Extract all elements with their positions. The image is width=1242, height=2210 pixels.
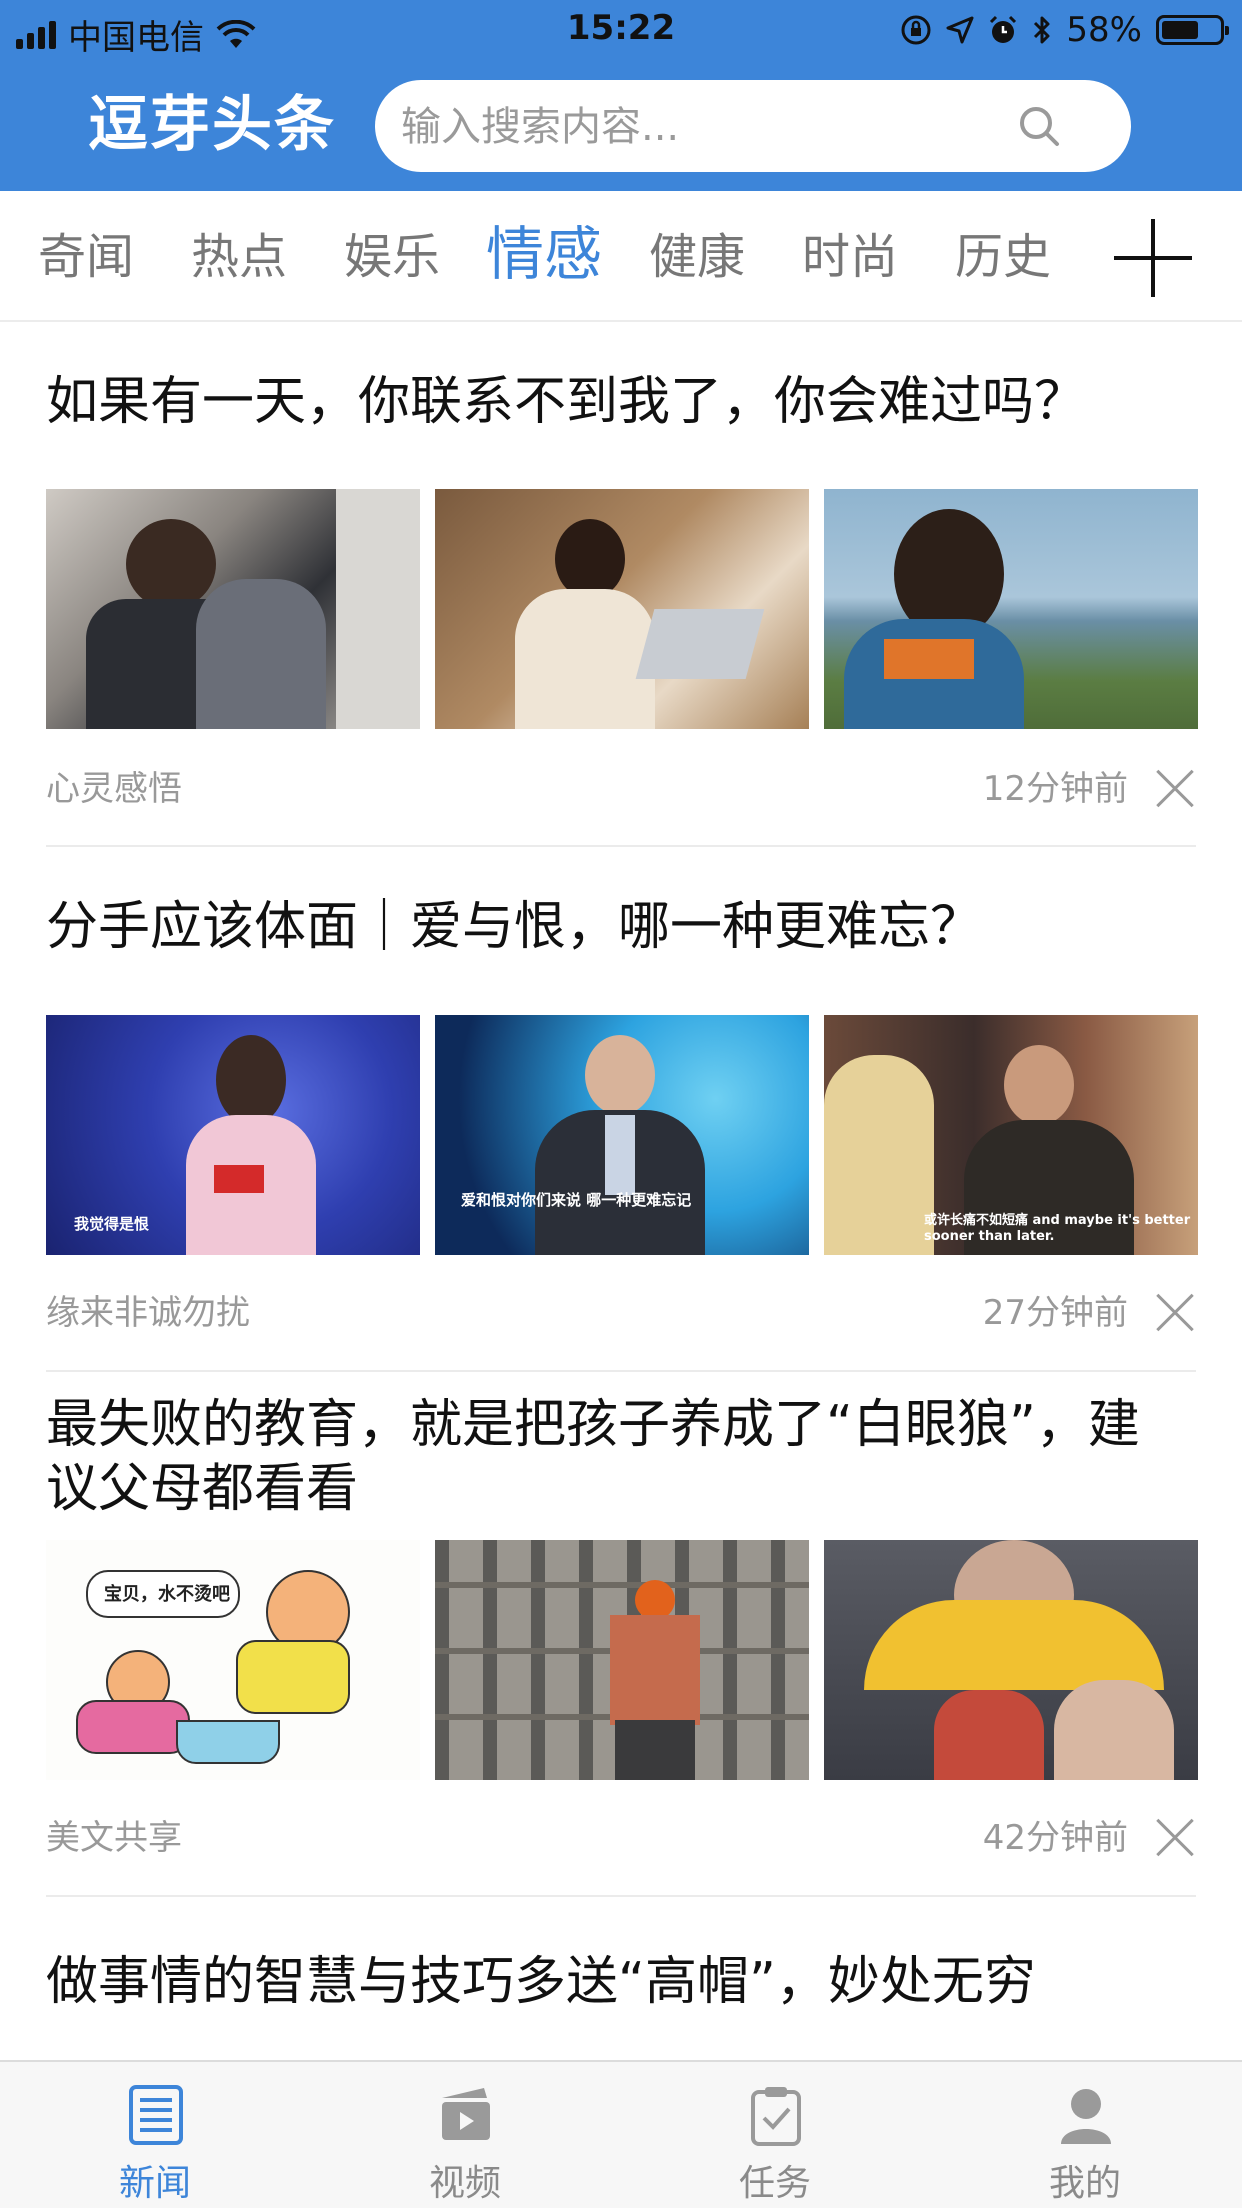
article-time: 12分钟前	[982, 769, 1128, 809]
article-card[interactable]: 分手应该体面｜爱与恨，哪一种更难忘？ 我觉得是恨 爱和恨对你们来说 哪一种更难忘…	[46, 895, 1198, 1333]
divider	[46, 1895, 1196, 1897]
tab-jiankang[interactable]: 健康	[649, 227, 745, 287]
article-card[interactable]: 做事情的智慧与技巧多送“高帽”，妙处无穷	[46, 1950, 1196, 2014]
article-title[interactable]: 做事情的智慧与技巧多送“高帽”，妙处无穷	[46, 1950, 1196, 2014]
article-meta: 缘来非诚勿扰 27分钟前	[46, 1288, 1196, 1338]
dismiss-icon[interactable]	[1154, 1292, 1196, 1334]
article-source: 心灵感悟	[46, 769, 182, 809]
profile-icon	[1061, 2089, 1111, 2144]
bottom-nav: 新闻 视频 任务 我的	[0, 2060, 1242, 2208]
article-time: 27分钟前	[982, 1293, 1128, 1333]
article-images	[46, 489, 1198, 729]
tab-shishang[interactable]: 时尚	[802, 227, 898, 287]
article-time: 42分钟前	[982, 1818, 1128, 1858]
image-caption: 我觉得是恨	[74, 1215, 150, 1233]
image-caption: 宝贝，水不烫吧	[104, 1584, 230, 1605]
article-image[interactable]	[824, 1540, 1198, 1780]
article-image[interactable]: 爱和恨对你们来说 哪一种更难忘记	[435, 1015, 809, 1255]
article-meta: 美文共享 42分钟前	[46, 1813, 1196, 1863]
battery-icon	[1156, 15, 1229, 45]
article-image[interactable]	[435, 489, 809, 729]
nav-task-label: 任务	[738, 2163, 811, 2204]
nav-news-label: 新闻	[118, 2163, 191, 2204]
article-images: 我觉得是恨 爱和恨对你们来说 哪一种更难忘记 或许长痛不如短痛 and mayb…	[46, 1015, 1198, 1255]
article-meta: 心灵感悟 12分钟前	[46, 764, 1196, 814]
status-bar: 中国电信 15:22 58%	[0, 0, 1242, 62]
dismiss-icon[interactable]	[1154, 1817, 1196, 1859]
article-image[interactable]	[46, 489, 420, 729]
category-tabs: 奇闻 热点 娱乐 情感 健康 时尚 历史	[0, 191, 1242, 322]
task-icon	[751, 2087, 801, 2146]
nav-profile[interactable]: 我的	[930, 2062, 1240, 2210]
article-image[interactable]: 宝贝，水不烫吧	[46, 1540, 420, 1780]
tab-qinggan[interactable]: 情感	[486, 219, 602, 289]
add-channel-button[interactable]	[1114, 219, 1192, 297]
article-image[interactable]	[824, 489, 1198, 729]
app-header: 中国电信 15:22 58% 逗芽头条 输入搜索内容...	[0, 0, 1242, 191]
location-icon	[946, 16, 974, 44]
video-icon	[442, 2088, 490, 2140]
image-caption: 或许长痛不如短痛 and maybe it's better sooner th…	[924, 1213, 1191, 1244]
nav-video[interactable]: 视频	[310, 2062, 620, 2210]
nav-profile-label: 我的	[1048, 2163, 1121, 2204]
nav-task[interactable]: 任务	[620, 2062, 930, 2210]
tab-redian[interactable]: 热点	[191, 227, 287, 287]
article-images: 宝贝，水不烫吧	[46, 1540, 1198, 1780]
tab-lishi[interactable]: 历史	[955, 227, 1051, 287]
tab-qiwen[interactable]: 奇闻	[38, 227, 134, 287]
article-image[interactable]: 我觉得是恨	[46, 1015, 420, 1255]
search-input[interactable]	[399, 80, 1043, 174]
article-title[interactable]: 最失败的教育，就是把孩子养成了“白眼狼”，建议父母都看看	[46, 1393, 1166, 1521]
app-logo: 逗芽头条	[88, 90, 336, 160]
article-source: 缘来非诚勿扰	[46, 1293, 250, 1333]
article-card[interactable]: 如果有一天，你联系不到我了，你会难过吗？ 心灵感悟 12分钟前	[46, 370, 1198, 809]
article-image[interactable]	[435, 1540, 809, 1780]
orientation-lock-icon	[901, 15, 931, 45]
news-icon	[129, 2085, 183, 2145]
bluetooth-icon	[1034, 16, 1050, 44]
article-title[interactable]: 如果有一天，你联系不到我了，你会难过吗？	[46, 370, 1196, 434]
divider	[46, 1370, 1196, 1372]
divider	[46, 845, 1196, 847]
dismiss-icon[interactable]	[1154, 768, 1196, 810]
tab-yule[interactable]: 娱乐	[344, 227, 440, 287]
search-icon[interactable]	[1017, 104, 1061, 148]
article-card[interactable]: 最失败的教育，就是把孩子养成了“白眼狼”，建议父母都看看 宝贝，水不烫吧 美文共…	[46, 1393, 1198, 1858]
status-right: 58%	[900, 10, 1229, 50]
nav-news[interactable]: 新闻	[0, 2062, 310, 2210]
alarm-icon	[990, 15, 1017, 43]
battery-percent: 58%	[1066, 10, 1142, 50]
nav-video-label: 视频	[428, 2163, 501, 2204]
article-title[interactable]: 分手应该体面｜爱与恨，哪一种更难忘？	[46, 895, 1196, 959]
article-image[interactable]: 或许长痛不如短痛 and maybe it's better sooner th…	[824, 1015, 1198, 1255]
search-bar[interactable]	[375, 80, 1131, 174]
article-source: 美文共享	[46, 1818, 182, 1858]
image-caption: 爱和恨对你们来说 哪一种更难忘记	[461, 1191, 692, 1209]
